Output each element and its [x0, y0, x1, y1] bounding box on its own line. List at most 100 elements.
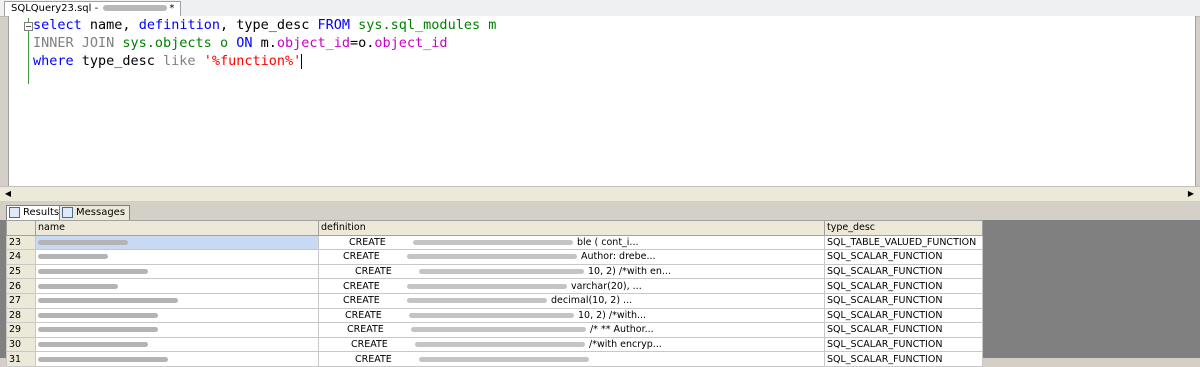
cell-type-desc[interactable]: SQL_SCALAR_FUNCTION	[824, 292, 983, 309]
document-tab-bar: SQLQuery23.sql - *	[0, 0, 1200, 17]
table-row[interactable]: 24 CREATE Author: drebe... SQL_SCALAR_FUNCT…	[6, 249, 983, 265]
definition-create-keyword: CREATE	[343, 280, 380, 292]
row-number[interactable]: 26	[6, 278, 36, 294]
definition-create-keyword: CREATE	[351, 339, 388, 351]
row-number[interactable]: 24	[6, 249, 36, 265]
cell-definition[interactable]: CREATE decimal(10, 2) ...	[318, 292, 825, 309]
row-number[interactable]: 28	[6, 307, 36, 324]
query-editor[interactable]: − select name, definition, type_desc FRO…	[8, 16, 1196, 186]
cell-definition[interactable]: CREATE 10, 2) /*with...	[318, 307, 825, 324]
cell-type-desc[interactable]: SQL_SCALAR_FUNCTION	[824, 351, 983, 367]
definition-create-keyword: CREATE	[349, 236, 386, 248]
redacted-function-name	[38, 342, 148, 348]
cell-name[interactable]	[35, 336, 319, 353]
row-number[interactable]: 30	[6, 336, 36, 353]
sql-code[interactable]: select name, definition, type_desc FROM …	[33, 16, 496, 70]
definition-tail: /*with encryp...	[589, 339, 662, 351]
cell-type-desc[interactable]: SQL_SCALAR_FUNCTION	[824, 249, 983, 265]
row-number[interactable]: 25	[6, 263, 36, 280]
table-row[interactable]: 25 CREATE 10, 2) /*with en... SQL_SCALAR_FU…	[6, 263, 983, 280]
grid-header-row: name definition type_desc	[6, 220, 983, 236]
definition-tail	[589, 354, 593, 365]
redacted-function-name	[38, 283, 118, 289]
redacted-definition-text	[419, 269, 584, 275]
redacted-definition-text	[415, 342, 585, 348]
row-number[interactable]: 31	[6, 351, 36, 367]
redacted-definition-text	[419, 356, 589, 362]
grid-corner-cell[interactable]	[6, 220, 36, 236]
document-tab-sqlquery23[interactable]: SQLQuery23.sql - *	[4, 1, 182, 16]
table-row[interactable]: 26 CREATE varchar(20), ... SQL_SCALAR_FUNCT…	[6, 278, 983, 294]
tab-results[interactable]: Results	[6, 205, 65, 221]
redacted-function-name	[38, 269, 148, 275]
cell-name[interactable]	[35, 249, 319, 265]
column-header-name[interactable]: name	[35, 220, 319, 236]
cell-name[interactable]	[35, 307, 319, 324]
cell-definition[interactable]: CREATE varchar(20), ...	[318, 278, 825, 294]
tab-messages[interactable]: Messages	[59, 205, 131, 221]
scroll-right-icon[interactable]: ▶	[1186, 189, 1196, 199]
table-row[interactable]: 30 CREATE /*with encryp... SQL_SCALAR_FUNCT…	[6, 336, 983, 353]
scroll-left-icon[interactable]: ◀	[3, 189, 13, 199]
cell-type-desc[interactable]: SQL_SCALAR_FUNCTION	[824, 263, 983, 280]
cell-type-desc[interactable]: SQL_SCALAR_FUNCTION	[824, 336, 983, 353]
document-tab-title-prefix: SQLQuery23.sql -	[11, 3, 102, 14]
table-row[interactable]: 28 CREATE 10, 2) /*with... SQL_SCALAR_FUNCT…	[6, 307, 983, 324]
cell-definition[interactable]: CREATE /* ** Author...	[318, 322, 825, 338]
cell-name[interactable]	[35, 234, 319, 251]
definition-tail: Author: drebe...	[581, 251, 656, 263]
redacted-definition-text	[407, 254, 577, 260]
cell-definition[interactable]: CREATE ble ( cont_i...	[318, 234, 825, 251]
cell-name[interactable]	[35, 292, 319, 309]
document-tab-modified-marker: *	[169, 3, 175, 14]
definition-create-keyword: CREATE	[355, 353, 392, 365]
definition-tail: 10, 2) /*with...	[578, 309, 647, 321]
results-grid-area: name definition type_desc 23 CREATE ble ( …	[0, 220, 1200, 367]
cell-name[interactable]	[35, 351, 319, 367]
cell-name[interactable]	[35, 322, 319, 338]
redacted-function-name	[38, 312, 158, 318]
text-caret	[301, 53, 303, 69]
results-tab-bar: Results Messages	[0, 204, 1200, 221]
cell-name[interactable]	[35, 278, 319, 294]
redacted-server-name	[103, 5, 168, 11]
definition-tail: /* ** Author...	[590, 324, 654, 336]
cell-definition[interactable]: CREATE 10, 2) /*with en...	[318, 263, 825, 280]
definition-create-keyword: CREATE	[355, 266, 392, 278]
cell-type-desc[interactable]: SQL_SCALAR_FUNCTION	[824, 322, 983, 338]
redacted-function-name	[38, 356, 168, 362]
redacted-function-name	[38, 298, 178, 304]
table-row[interactable]: 31 CREATE SQL_SCALAR_FUNCTION	[6, 351, 983, 367]
redacted-definition-text	[411, 327, 586, 333]
code-line-1: select name, definition, type_desc FROM …	[33, 17, 497, 33]
definition-create-keyword: CREATE	[343, 251, 380, 263]
cell-name[interactable]	[35, 263, 319, 280]
cell-type-desc[interactable]: SQL_SCALAR_FUNCTION	[824, 307, 983, 324]
cell-type-desc[interactable]: SQL_SCALAR_FUNCTION	[824, 278, 983, 294]
row-number[interactable]: 29	[6, 322, 36, 338]
cell-type-desc[interactable]: SQL_TABLE_VALUED_FUNCTION	[824, 234, 983, 251]
cell-definition[interactable]: CREATE /*with encryp...	[318, 336, 825, 353]
redacted-function-name	[38, 327, 158, 333]
redacted-function-name	[38, 239, 128, 245]
definition-create-keyword: CREATE	[343, 295, 380, 307]
row-number[interactable]: 23	[6, 234, 36, 251]
table-row[interactable]: 29 CREATE /* ** Author... SQL_SCALAR_FUNCTI…	[6, 322, 983, 338]
table-row[interactable]: 23 CREATE ble ( cont_i... SQL_TABLE_VALUED_…	[6, 234, 983, 251]
redacted-definition-text	[409, 312, 574, 318]
grid-icon	[9, 206, 20, 218]
table-row[interactable]: 27 CREATE decimal(10, 2) ... SQL_SCALAR_FUN…	[6, 292, 983, 309]
cell-definition[interactable]: CREATE Author: drebe...	[318, 249, 825, 265]
definition-create-keyword: CREATE	[345, 309, 382, 321]
definition-tail: decimal(10, 2) ...	[551, 295, 633, 307]
editor-horizontal-scrollbar[interactable]: ◀ ▶	[0, 186, 1200, 202]
column-header-type-desc[interactable]: type_desc	[824, 220, 983, 236]
column-header-definition[interactable]: definition	[318, 220, 825, 236]
cell-definition[interactable]: CREATE	[318, 351, 825, 367]
collapse-toggle-icon[interactable]: −	[24, 22, 33, 31]
messages-icon	[62, 206, 73, 218]
definition-tail: 10, 2) /*with en...	[588, 266, 671, 278]
definition-tail: varchar(20), ...	[571, 280, 642, 292]
row-number[interactable]: 27	[6, 292, 36, 309]
code-line-3: where type_desc like '%function%'	[33, 53, 303, 69]
